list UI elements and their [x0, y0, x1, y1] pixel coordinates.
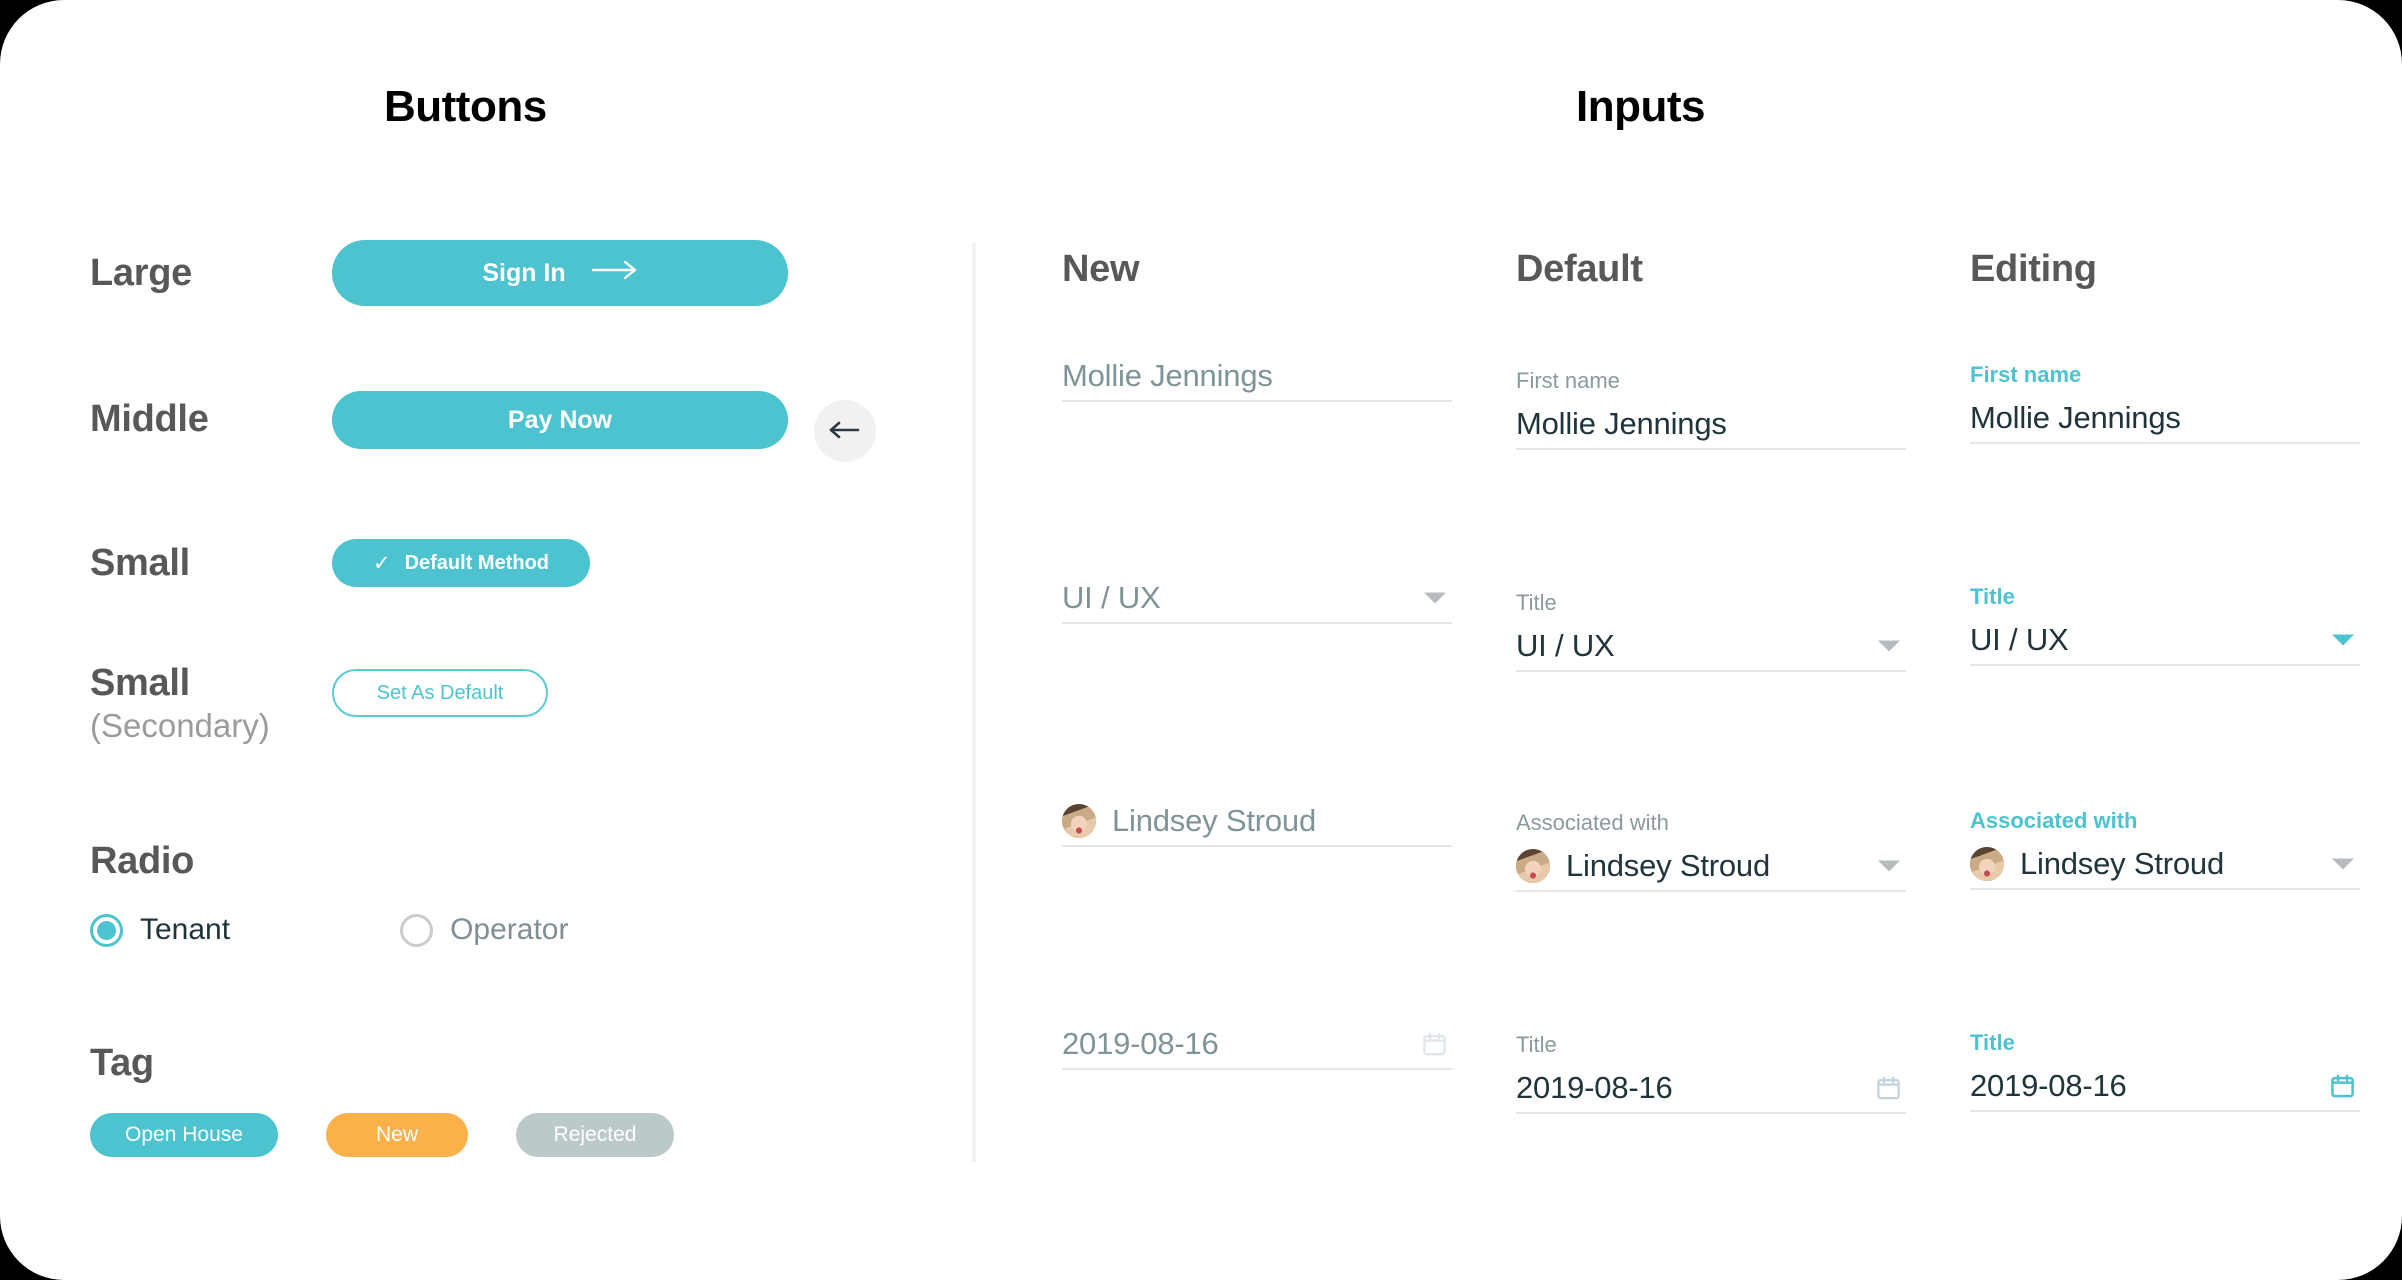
field-default-title: Title UI / UX	[1516, 590, 1906, 672]
set-as-default-button[interactable]: Set As Default	[332, 669, 548, 717]
sign-in-button-label: Sign In	[482, 258, 566, 287]
input-column-default-title: Default	[1516, 248, 1643, 290]
chevron-down-icon[interactable]	[1424, 592, 1446, 604]
field-editing-title-control[interactable]: UI / UX	[1970, 616, 2360, 666]
radio-group: Tenant Operator	[90, 913, 568, 947]
field-editing-date-label: Title	[1970, 1030, 2015, 1055]
field-new-first-name-control[interactable]: Mollie Jennings	[1062, 352, 1452, 402]
input-column-editing-title: Editing	[1970, 248, 2097, 290]
field-default-title-control[interactable]: UI / UX	[1516, 622, 1906, 672]
field-editing-date-value: 2019-08-16	[1970, 1068, 2127, 1103]
field-new-date-value: 2019-08-16	[1062, 1026, 1219, 1061]
field-default-associated-with-value: Lindsey Stroud	[1566, 848, 1770, 883]
chevron-down-icon[interactable]	[1878, 640, 1900, 652]
avatar-lindsey-stroud	[1516, 849, 1550, 883]
field-new-title: UI / UX	[1062, 574, 1452, 624]
field-new-associated-with-value: Lindsey Stroud	[1112, 803, 1316, 838]
chevron-down-icon[interactable]	[2332, 858, 2354, 870]
field-editing-first-name-value: Mollie Jennings	[1970, 400, 2181, 435]
default-method-button-label: Default Method	[404, 551, 550, 574]
field-default-associated-with-control[interactable]: Lindsey Stroud	[1516, 842, 1906, 892]
row-label-small-secondary-sub: (Secondary)	[90, 707, 270, 744]
chevron-down-icon[interactable]	[1878, 860, 1900, 872]
tag-open-house[interactable]: Open House	[90, 1113, 278, 1157]
chevron-down-icon[interactable]	[2332, 634, 2354, 646]
design-system-canvas: Buttons Inputs Large Sign In Middle Pay …	[0, 0, 2402, 1280]
field-new-first-name: Mollie Jennings	[1062, 352, 1452, 402]
field-new-title-value: UI / UX	[1062, 580, 1161, 615]
field-new-date-control[interactable]: 2019-08-16	[1062, 1020, 1452, 1070]
field-default-first-name-label: First name	[1516, 368, 1620, 393]
field-editing-title-label: Title	[1970, 584, 2015, 609]
radio-option-tenant[interactable]: Tenant	[90, 913, 230, 947]
field-default-title-label: Title	[1516, 590, 1557, 615]
field-editing-date-control[interactable]: 2019-08-16	[1970, 1062, 2360, 1112]
field-editing-associated-with-value: Lindsey Stroud	[2020, 846, 2224, 881]
pay-now-button-label: Pay Now	[507, 405, 613, 434]
field-default-date-value: 2019-08-16	[1516, 1070, 1673, 1105]
arrow-left-icon	[828, 420, 862, 443]
calendar-icon[interactable]	[2329, 1073, 2356, 1100]
field-default-associated-with-label: Associated with	[1516, 810, 1669, 835]
field-default-first-name: First name Mollie Jennings	[1516, 368, 1906, 450]
row-label-middle-text: Middle	[90, 398, 209, 440]
sign-in-button[interactable]: Sign In	[332, 240, 788, 306]
field-default-date: Title 2019-08-16	[1516, 1032, 1906, 1114]
field-editing-first-name-control[interactable]: Mollie Jennings	[1970, 394, 2360, 444]
field-new-title-control[interactable]: UI / UX	[1062, 574, 1452, 624]
check-icon: ✓	[372, 551, 391, 575]
default-method-button[interactable]: ✓ Default Method	[332, 539, 590, 587]
field-default-associated-with: Associated with Lindsey Stroud	[1516, 810, 1906, 892]
field-editing-first-name-label: First name	[1970, 362, 2082, 387]
row-label-small-secondary-text: Small	[90, 662, 190, 704]
back-button[interactable]	[814, 400, 876, 462]
field-editing-date: Title 2019-08-16	[1970, 1030, 2360, 1112]
field-new-first-name-value: Mollie Jennings	[1062, 358, 1273, 393]
radio-option-operator-label: Operator	[450, 913, 569, 946]
field-editing-associated-with: Associated with Lindsey Stroud	[1970, 808, 2360, 890]
page-title-inputs: Inputs	[1576, 82, 1705, 131]
row-label-large: Large	[90, 252, 192, 295]
field-default-first-name-value: Mollie Jennings	[1516, 406, 1727, 441]
field-editing-associated-with-control[interactable]: Lindsey Stroud	[1970, 840, 2360, 890]
calendar-icon[interactable]	[1875, 1075, 1902, 1102]
avatar-lindsey-stroud	[1970, 847, 2004, 881]
row-label-middle: Middle	[90, 398, 209, 441]
calendar-icon[interactable]	[1421, 1031, 1448, 1058]
tag-section-heading-text: Tag	[90, 1042, 154, 1084]
radio-mark-checked-icon[interactable]	[90, 913, 123, 947]
radio-section-heading-text: Radio	[90, 840, 195, 882]
set-as-default-button-label: Set As Default	[376, 681, 504, 704]
field-editing-title: Title UI / UX	[1970, 584, 2360, 666]
arrow-right-icon	[591, 259, 638, 288]
field-new-associated-with-control[interactable]: Lindsey Stroud	[1062, 797, 1452, 847]
field-default-date-control[interactable]: 2019-08-16	[1516, 1064, 1906, 1114]
tag-new[interactable]: New	[326, 1113, 468, 1157]
field-default-title-value: UI / UX	[1516, 628, 1615, 663]
field-editing-title-value: UI / UX	[1970, 622, 2069, 657]
field-editing-associated-with-label: Associated with	[1970, 808, 2138, 833]
field-new-associated-with: Lindsey Stroud	[1062, 797, 1452, 847]
row-label-large-text: Large	[90, 252, 192, 294]
row-label-small: Small	[90, 542, 190, 585]
radio-option-operator[interactable]: Operator	[400, 913, 568, 947]
pay-now-button[interactable]: Pay Now	[332, 391, 788, 449]
avatar-lindsey-stroud	[1062, 804, 1096, 838]
field-default-first-name-control[interactable]: Mollie Jennings	[1516, 400, 1906, 450]
radio-option-tenant-label: Tenant	[140, 913, 231, 946]
tag-section-heading: Tag	[90, 1042, 154, 1085]
field-editing-first-name: First name Mollie Jennings	[1970, 362, 2360, 444]
radio-section-heading: Radio	[90, 840, 194, 883]
row-label-small-secondary: Small (Secondary)	[90, 662, 270, 745]
tag-rejected[interactable]: Rejected	[516, 1113, 674, 1157]
input-column-new-title: New	[1062, 248, 1140, 290]
row-label-small-text: Small	[90, 542, 190, 584]
field-default-date-label: Title	[1516, 1032, 1557, 1057]
radio-mark-unchecked-icon[interactable]	[400, 913, 434, 947]
field-new-date: 2019-08-16	[1062, 1020, 1452, 1070]
section-divider	[972, 243, 976, 1163]
page-title-buttons: Buttons	[384, 82, 547, 131]
tag-list: Open House New Rejected	[90, 1113, 674, 1157]
